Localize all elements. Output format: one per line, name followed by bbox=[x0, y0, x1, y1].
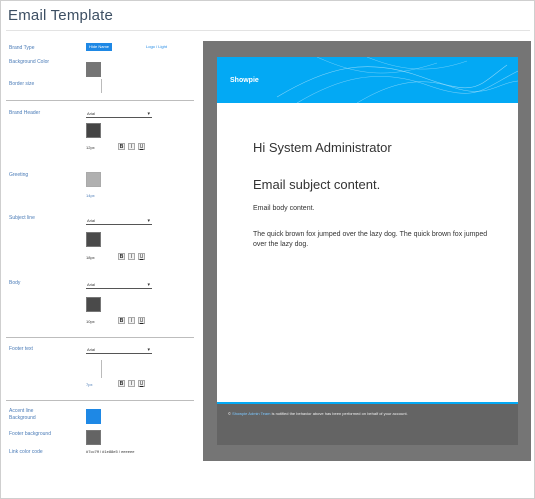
color-swatch-footer-text[interactable] bbox=[101, 360, 102, 378]
email-footer-text: © Showpie Admin Team is notified the beh… bbox=[228, 411, 508, 417]
section-label-greeting: Greeting bbox=[9, 172, 29, 178]
email-brand-text: Showpie bbox=[230, 77, 259, 84]
underline-button[interactable]: U bbox=[138, 317, 145, 324]
italic-button[interactable]: I bbox=[128, 380, 135, 387]
chevron-down-icon: ▾ bbox=[147, 218, 150, 224]
section-divider bbox=[6, 400, 194, 401]
section-label-subject: Subject line bbox=[9, 215, 35, 221]
color-swatch-subject[interactable] bbox=[86, 232, 101, 247]
background-color-swatch[interactable] bbox=[86, 62, 101, 77]
email-subject: Email subject content. bbox=[253, 177, 381, 192]
color-swatch-greeting[interactable] bbox=[86, 172, 101, 187]
bold-button[interactable]: B bbox=[118, 253, 125, 260]
italic-button[interactable]: I bbox=[128, 253, 135, 260]
dropdown-value: Arial bbox=[87, 111, 96, 116]
bold-button[interactable]: B bbox=[118, 317, 125, 324]
size-value-footer-text[interactable]: 7px bbox=[86, 382, 92, 387]
font-dropdown-brand-header[interactable]: Arial ▾ bbox=[86, 110, 152, 118]
link-color-label: Link color code bbox=[9, 449, 43, 455]
footer-message: is notified the behavior above has been … bbox=[270, 411, 408, 416]
underline-button[interactable]: U bbox=[138, 143, 145, 150]
email-body: Email body content. bbox=[253, 205, 315, 212]
page-title: Email Template bbox=[8, 7, 114, 24]
dropdown-value: Arial bbox=[87, 347, 96, 352]
bold-button[interactable]: B bbox=[118, 143, 125, 150]
border-size-label: Border size bbox=[9, 81, 35, 87]
background-color-label: Background Color bbox=[9, 59, 50, 65]
underline-button[interactable]: U bbox=[138, 380, 145, 387]
section-divider bbox=[6, 337, 194, 338]
footer-link[interactable]: Showpie Admin Team bbox=[232, 411, 270, 416]
chevron-down-icon: ▾ bbox=[147, 282, 150, 288]
email-preview-card: Showpie Hi System Administrator Email su… bbox=[217, 57, 518, 445]
italic-button[interactable]: I bbox=[128, 143, 135, 150]
size-value-greeting[interactable]: 14px bbox=[86, 193, 95, 198]
font-dropdown-body[interactable]: Arial ▾ bbox=[86, 281, 152, 289]
chevron-down-icon: ▾ bbox=[147, 347, 150, 353]
font-dropdown-subject[interactable]: Arial ▾ bbox=[86, 217, 152, 225]
size-value-brand-header[interactable]: 12px bbox=[86, 145, 95, 150]
dropdown-value: Arial bbox=[87, 282, 96, 287]
section-label-brand-header: Brand Header bbox=[9, 110, 41, 116]
link-color-value[interactable]: #7cc7ff / #1e88e5 / eeeeee bbox=[86, 449, 156, 454]
font-dropdown-footer-text[interactable]: Arial ▾ bbox=[86, 346, 152, 354]
section-label-body: Body bbox=[9, 280, 21, 286]
bold-button[interactable]: B bbox=[118, 380, 125, 387]
dropdown-value: Arial bbox=[87, 218, 96, 223]
border-size-slider[interactable] bbox=[101, 79, 102, 93]
italic-button[interactable]: I bbox=[128, 317, 135, 324]
title-divider bbox=[6, 30, 530, 31]
email-footer: © Showpie Admin Team is notified the beh… bbox=[217, 404, 518, 445]
section-label-footer-text: Footer text bbox=[9, 346, 33, 352]
chevron-down-icon: ▾ bbox=[147, 111, 150, 117]
brand-option-hide-name[interactable]: Hide Name bbox=[86, 43, 113, 51]
brand-type-label: Brand Type bbox=[9, 45, 35, 51]
size-value-body[interactable]: 10px bbox=[86, 319, 95, 324]
email-greeting: Hi System Administrator bbox=[253, 140, 392, 155]
accent-color-swatch[interactable] bbox=[86, 409, 101, 424]
section-divider bbox=[6, 100, 194, 101]
brand-option-logo-light[interactable]: Logo / Light bbox=[143, 43, 170, 51]
color-swatch-body[interactable] bbox=[86, 297, 101, 312]
size-value-subject[interactable]: 18px bbox=[86, 255, 95, 260]
accent-background-label: Background bbox=[9, 415, 36, 421]
email-paragraph: The quick brown fox jumped over the lazy… bbox=[253, 231, 488, 248]
accent-line-label: Accent line bbox=[9, 408, 34, 414]
underline-button[interactable]: U bbox=[138, 253, 145, 260]
footer-background-swatch[interactable] bbox=[86, 430, 101, 445]
color-swatch-brand-header[interactable] bbox=[86, 123, 101, 138]
email-banner: Showpie bbox=[217, 57, 518, 103]
footer-background-label: Footer background bbox=[9, 431, 51, 437]
banner-pattern bbox=[276, 57, 518, 103]
